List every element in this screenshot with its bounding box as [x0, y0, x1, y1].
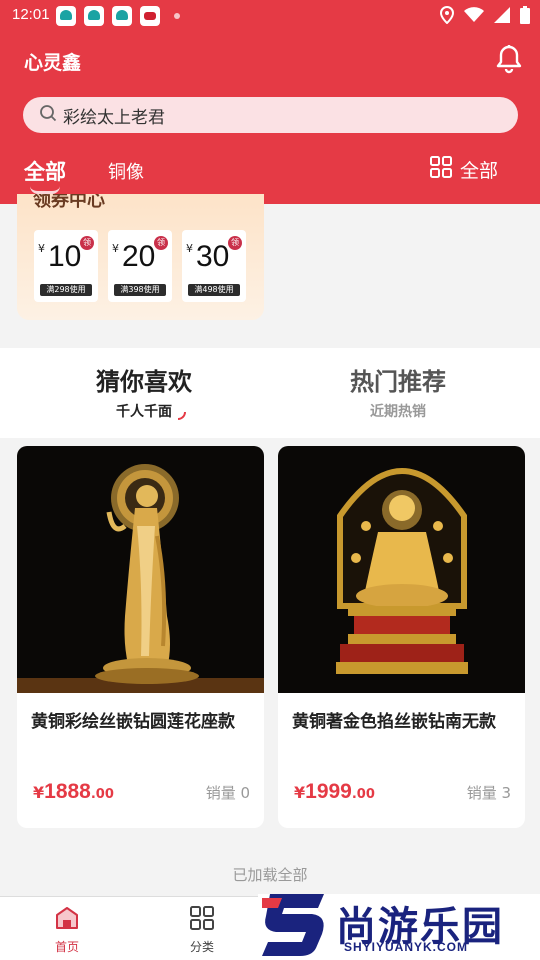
coupon-amount: 20 — [122, 240, 156, 273]
tab-copper-statue[interactable]: 铜像 — [108, 158, 144, 184]
all-categories-label: 全部 — [459, 160, 498, 182]
wifi-icon — [464, 7, 484, 27]
search-icon — [39, 104, 57, 126]
feed-tab-title: 热门推荐 — [350, 368, 446, 396]
coupon-amount: 30 — [196, 240, 230, 273]
product-card[interactable]: 黄铜彩绘丝嵌钻圆莲花座款 ¥1888.00 销量 0 — [17, 446, 264, 828]
price-decimal: .00 — [90, 787, 114, 802]
notification-icons — [56, 6, 180, 26]
tab-guess-you-like[interactable]: 猜你喜欢 千人千面 — [44, 362, 244, 421]
grid-icon — [429, 156, 452, 183]
bell-icon[interactable] — [496, 44, 522, 74]
price-decimal: .00 — [351, 787, 375, 802]
claim-badge: 领 — [154, 236, 168, 250]
coupon-amount: 10 — [48, 240, 82, 273]
feed-tabs: 猜你喜欢 千人千面 热门推荐 近期热销 — [0, 348, 540, 438]
product-price: ¥1888.00 — [33, 780, 114, 804]
product-sales: 销量 0 — [205, 784, 250, 802]
battery-icon — [520, 6, 530, 28]
status-time: 12:01 — [12, 6, 50, 23]
product-name: 黄铜彩绘丝嵌钻圆莲花座款 — [31, 712, 235, 732]
app-notification-icon — [56, 6, 76, 26]
product-feed: 猜你喜欢 千人千面 热门推荐 近期热销 黄铜彩绘丝嵌钻圆莲花座款 ¥1888.0… — [0, 348, 540, 896]
status-bar: 12:01 — [0, 0, 540, 32]
category-tabs: 全部 铜像 全部 — [0, 150, 540, 200]
watermark-logo: 尚游乐园 SHYIYUANYK.COM — [258, 894, 540, 960]
signal-icon — [494, 7, 510, 27]
app-title: 心灵鑫 — [24, 52, 82, 74]
tab-active-indicator — [30, 186, 60, 194]
product-name: 黄铜著金色掐丝嵌钻南无款 — [292, 712, 496, 732]
location-icon — [439, 5, 455, 28]
price-integer: 1999 — [305, 780, 352, 803]
app-notification-icon — [112, 6, 132, 26]
claim-badge: 领 — [80, 236, 94, 250]
product-price: ¥1999.00 — [294, 780, 375, 804]
category-grid-icon — [190, 906, 214, 930]
coupon-10[interactable]: ¥ 10 领 满298使用 — [34, 230, 98, 302]
product-image — [278, 446, 525, 693]
coupon-condition: 满498使用 — [188, 284, 240, 296]
price-currency: ¥ — [294, 783, 306, 802]
coupon-currency: ¥ — [112, 242, 119, 255]
feed-tab-title: 猜你喜欢 — [96, 368, 192, 396]
coupon-20[interactable]: ¥ 20 领 满398使用 — [108, 230, 172, 302]
feed-tab-subtitle: 近期热销 — [370, 404, 426, 420]
search-bar[interactable] — [23, 97, 518, 133]
feed-tab-subtitle: 千人千面 — [116, 404, 172, 420]
price-currency: ¥ — [33, 783, 45, 802]
product-image — [17, 446, 264, 693]
coupon-condition: 满398使用 — [114, 284, 166, 296]
all-categories-button[interactable]: 全部 — [429, 156, 498, 183]
nav-home-label: 首页 — [54, 940, 79, 954]
coupon-center-card[interactable]: 领券中心 ¥ 10 领 满298使用 ¥ 20 领 满398使用 ¥ 30 领 … — [17, 194, 264, 320]
app-notification-icon — [140, 6, 160, 26]
coupon-currency: ¥ — [38, 242, 45, 255]
coupon-center-title: 领券中心 — [33, 194, 105, 211]
tab-all[interactable]: 全部 — [24, 156, 66, 186]
watermark-s-logo-icon — [262, 894, 324, 956]
watermark-url: SHYIYUANYK.COM — [344, 940, 469, 954]
price-integer: 1888 — [44, 780, 91, 803]
coupon-condition: 满298使用 — [40, 284, 92, 296]
tab-hot-recommend[interactable]: 热门推荐 近期热销 — [298, 362, 498, 421]
coupon-area: 领券中心 ¥ 10 领 满298使用 ¥ 20 领 满398使用 ¥ 30 领 … — [0, 194, 540, 348]
home-icon — [56, 907, 78, 929]
more-notifications-dot-icon — [174, 13, 180, 19]
product-sales: 销量 3 — [466, 784, 511, 802]
nav-home[interactable]: 首页 — [37, 905, 97, 955]
app-notification-icon — [84, 6, 104, 26]
search-input[interactable] — [63, 105, 483, 125]
coupon-30[interactable]: ¥ 30 领 满498使用 — [182, 230, 246, 302]
all-loaded-text: 已加载全部 — [232, 866, 308, 884]
nav-category-label: 分类 — [189, 940, 214, 954]
nav-category[interactable]: 分类 — [172, 905, 232, 955]
header: 心灵鑫 全部 铜像 全部 — [0, 32, 540, 204]
product-card[interactable]: 黄铜著金色掐丝嵌钻南无款 ¥1999.00 销量 3 — [278, 446, 525, 828]
claim-badge: 领 — [228, 236, 242, 250]
system-icons — [439, 5, 530, 28]
coupon-currency: ¥ — [186, 242, 193, 255]
